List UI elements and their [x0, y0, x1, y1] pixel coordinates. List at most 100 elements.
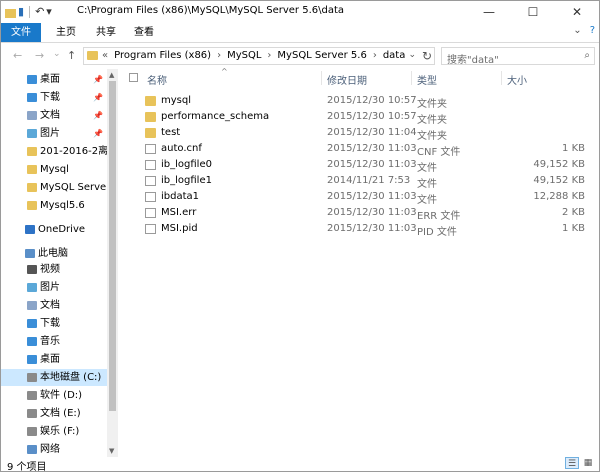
maximize-button[interactable]: ☐	[511, 1, 555, 23]
breadcrumb-separator[interactable]: ›	[267, 50, 271, 61]
folder-icon	[87, 51, 98, 60]
sidebar-item[interactable]: 文档	[1, 297, 107, 314]
pin-icon[interactable]: 📌	[93, 107, 103, 124]
help-icon[interactable]: ?	[590, 25, 595, 36]
file-row[interactable]: MSI.pid 2015/12/30 11:03 PID 文件 1 KB	[121, 221, 599, 238]
sidebar-item[interactable]: 文档 📌	[1, 107, 107, 124]
file-name: MSI.err	[161, 207, 197, 218]
search-icon[interactable]: ⌕	[584, 50, 590, 61]
file-row[interactable]: test 2015/12/30 11:04 文件夹	[121, 125, 599, 142]
sidebar-item[interactable]: Mysql5.6	[1, 197, 107, 214]
breadcrumb-data[interactable]: data	[383, 50, 406, 61]
sidebar-item[interactable]: 图片 📌	[1, 125, 107, 142]
scroll-up-icon[interactable]: ▲	[109, 71, 114, 79]
breadcrumb-program-files[interactable]: Program Files (x86)	[114, 50, 211, 61]
column-name[interactable]: 名称	[147, 72, 167, 87]
file-modified: 2015/12/30 11:03	[327, 207, 417, 218]
sidebar-item[interactable]: OneDrive	[1, 221, 107, 238]
sidebar-item[interactable]: 图片	[1, 279, 107, 296]
close-button[interactable]: ✕	[555, 1, 599, 23]
file-row[interactable]: performance_schema 2015/12/30 10:57 文件夹	[121, 109, 599, 126]
sidebar-item[interactable]: 本地磁盘 (C:)	[1, 369, 107, 386]
sidebar-item[interactable]: 桌面	[1, 351, 107, 368]
file-row[interactable]: ibdata1 2015/12/30 11:03 文件 12,288 KB	[121, 189, 599, 206]
network-icon	[27, 445, 37, 454]
customize-toolbar-icon[interactable]: ▾	[46, 5, 52, 19]
sidebar-item[interactable]: 文档 (E:)	[1, 405, 107, 422]
scrollbar-thumb[interactable]	[109, 81, 116, 411]
item-count: 9 个项目	[7, 462, 47, 473]
pin-icon[interactable]: 📌	[93, 125, 103, 142]
sidebar-item-label: 图片	[40, 128, 60, 139]
file-name: mysql	[161, 95, 191, 106]
sidebar-item[interactable]: 下载 📌	[1, 89, 107, 106]
file-name: ib_logfile0	[161, 159, 212, 170]
back-button[interactable]: ←	[13, 49, 22, 62]
file-row[interactable]: MSI.err 2015/12/30 11:03 ERR 文件 2 KB	[121, 205, 599, 222]
sidebar-item[interactable]: MySQL Server	[1, 179, 107, 196]
sidebar-item[interactable]: 音乐	[1, 333, 107, 350]
undo-icon[interactable]: ↶	[35, 5, 44, 19]
search-input[interactable]: 搜索"data" ⌕	[441, 47, 595, 66]
sidebar-item[interactable]: 娱乐 (F:)	[1, 423, 107, 440]
breadcrumb-separator[interactable]: ›	[373, 50, 377, 61]
file-row[interactable]: ib_logfile1 2014/11/21 7:53 文件 49,152 KB	[121, 173, 599, 190]
file-row[interactable]: mysql 2015/12/30 10:57 文件夹	[121, 93, 599, 110]
breadcrumb-mysql-server[interactable]: MySQL Server 5.6	[277, 50, 366, 61]
sidebar-scrollbar[interactable]: ▲ ▼	[107, 69, 118, 457]
tab-view[interactable]: 查看	[129, 23, 159, 42]
scroll-down-icon[interactable]: ▼	[109, 447, 114, 455]
file-modified: 2015/12/30 11:03	[327, 223, 417, 234]
address-bar[interactable]: « Program Files (x86) › MySQL › MySQL Se…	[83, 47, 435, 65]
column-modified[interactable]: 修改日期	[327, 72, 367, 87]
sidebar-item[interactable]: 201-2016-2离散	[1, 143, 107, 160]
sidebar-item[interactable]: 网络	[1, 441, 107, 457]
file-row[interactable]: auto.cnf 2015/12/30 11:03 CNF 文件 1 KB	[121, 141, 599, 158]
sidebar-item-label: 桌面	[40, 74, 60, 85]
breadcrumb-separator[interactable]: ›	[217, 50, 221, 61]
tab-file[interactable]: 文件	[1, 23, 41, 42]
file-type: 文件	[417, 195, 437, 206]
cloud-icon	[25, 225, 35, 234]
tab-home[interactable]: 主页	[51, 23, 81, 42]
sidebar-item[interactable]: 此电脑	[1, 245, 107, 262]
refresh-icon[interactable]: ↻	[422, 49, 432, 63]
ribbon-collapse-icon[interactable]: ⌄	[573, 25, 581, 36]
tab-share[interactable]: 共享	[91, 23, 121, 42]
forward-button[interactable]: →	[35, 49, 44, 62]
sidebar-item[interactable]: 软件 (D:)	[1, 387, 107, 404]
address-dropdown-icon[interactable]: ⌄	[408, 50, 416, 60]
pin-icon[interactable]: 📌	[93, 71, 103, 88]
breadcrumb-mysql[interactable]: MySQL	[227, 50, 261, 61]
file-name: ibdata1	[161, 191, 200, 202]
file-row[interactable]: ib_logfile0 2015/12/30 11:03 文件 49,152 KB	[121, 157, 599, 174]
pin-icon[interactable]: 📌	[93, 89, 103, 106]
sort-arrow-icon: ^	[221, 67, 228, 76]
sidebar-item-label: 软件 (D:)	[40, 390, 83, 401]
quick-access-toolbar: ▮ ↶ ▾	[5, 5, 52, 19]
download-icon	[27, 319, 37, 328]
details-view-icon[interactable]: ☰	[565, 457, 579, 469]
music-icon	[27, 337, 37, 346]
large-icons-view-icon[interactable]: ▦	[581, 457, 595, 469]
title-bar: ▮ ↶ ▾ C:\Program Files (x86)\MySQL\MySQL…	[1, 1, 599, 23]
select-all-checkbox[interactable]	[129, 73, 138, 82]
sidebar-item-label: 此电脑	[38, 248, 68, 259]
column-size[interactable]: 大小	[507, 72, 527, 87]
desktop-icon	[27, 355, 37, 364]
sidebar-item[interactable]: 下载	[1, 315, 107, 332]
file-type: 文件夹	[417, 99, 447, 110]
sidebar-item-label: 文档 (E:)	[40, 408, 81, 419]
sidebar-item[interactable]: 桌面 📌	[1, 71, 107, 88]
save-icon[interactable]: ▮	[18, 5, 24, 19]
sidebar-item[interactable]: Mysql	[1, 161, 107, 178]
minimize-button[interactable]: —	[467, 1, 511, 23]
video-icon	[27, 265, 37, 274]
file-size: 49,152 KB	[533, 175, 585, 186]
folder-icon	[27, 147, 37, 156]
breadcrumb-overflow[interactable]: «	[102, 50, 108, 61]
column-type[interactable]: 类型	[417, 72, 437, 87]
up-button[interactable]: ↑	[67, 49, 76, 62]
sidebar-item[interactable]: 视频	[1, 261, 107, 278]
recent-locations-button[interactable]: ⌄	[53, 49, 61, 59]
